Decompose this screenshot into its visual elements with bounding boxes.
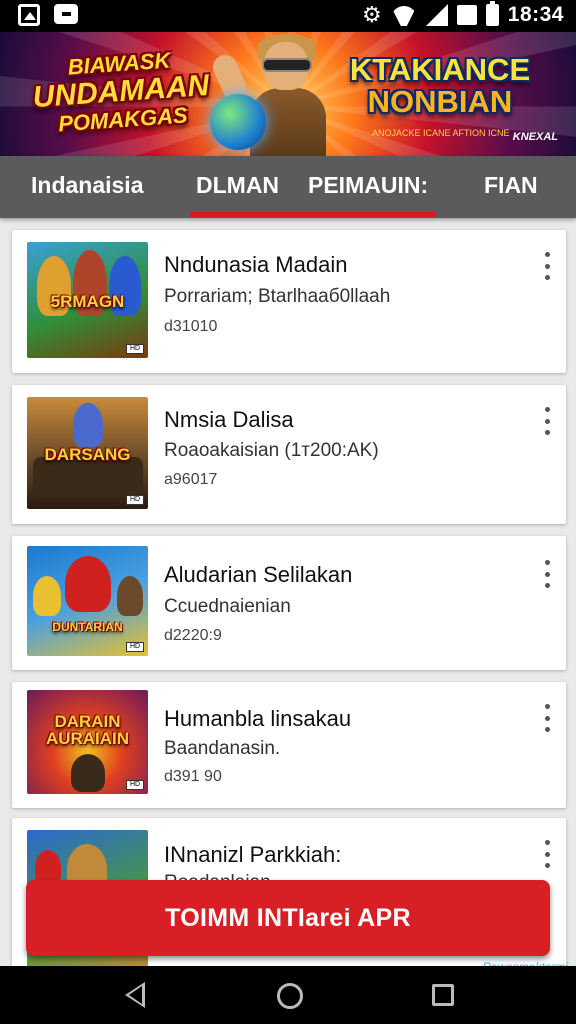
list-item[interactable]: DARAIN AURAIAIN HD Humanbla linsakau Baa… bbox=[12, 682, 566, 808]
list-item[interactable]: DARSANG HD Nmsia Dalisa Roaoakaisian (1т… bbox=[12, 385, 566, 524]
signal-icon bbox=[425, 4, 448, 26]
category-tabs: Indanaisia DLMAN PEIMAUIN: FIAN bbox=[0, 156, 576, 218]
app-subtitle: Roaoakaisian (1т200:AK) bbox=[164, 440, 379, 461]
tab-fian[interactable]: FIAN bbox=[484, 156, 538, 218]
tab-indanaisia[interactable]: Indanaisia bbox=[31, 156, 143, 218]
install-app-button[interactable]: TOIMM INTIarei APR bbox=[26, 880, 550, 956]
promo-banner[interactable]: BIAWASK UNDAMAAN POMAKGAS KTAKIANCE NONB… bbox=[0, 32, 576, 156]
banner-left-logo: BIAWASK UNDAMAAN POMAKGAS bbox=[31, 47, 211, 137]
home-icon[interactable] bbox=[277, 983, 303, 1009]
settings-icon: ⚙ bbox=[362, 2, 382, 27]
app-thumbnail: DARAIN AURAIAIN HD bbox=[27, 690, 148, 794]
status-bar: ⚙ 18:34 bbox=[0, 0, 576, 32]
more-options-icon[interactable] bbox=[542, 252, 552, 280]
app-thumbnail: 5RMAGN HD bbox=[27, 242, 148, 358]
banner-hero-character bbox=[208, 32, 340, 156]
battery-icon bbox=[485, 1, 499, 26]
app-title: Nmsia Dalisa bbox=[164, 407, 294, 432]
message-icon bbox=[54, 4, 78, 24]
more-options-icon[interactable] bbox=[542, 704, 552, 732]
sim-icon bbox=[456, 5, 477, 25]
app-meta: d31010 bbox=[164, 318, 218, 335]
wifi-icon bbox=[391, 4, 417, 26]
app-meta: a96017 bbox=[164, 471, 218, 488]
app-subtitle: Baandanasin. bbox=[164, 738, 281, 759]
image-icon bbox=[18, 4, 40, 26]
app-title: Aludarian Selilakan bbox=[164, 562, 353, 587]
app-meta: d2220:9 bbox=[164, 627, 222, 644]
active-tab-indicator bbox=[190, 212, 436, 217]
app-subtitle: Porrariam; Btarlhaaб0llaah bbox=[164, 286, 391, 307]
app-thumbnail: DUNTARIAN HD bbox=[27, 546, 148, 656]
app-title: Nndunasia Madain bbox=[164, 252, 348, 277]
tab-dlman[interactable]: DLMAN bbox=[196, 156, 279, 218]
system-nav-bar bbox=[0, 966, 576, 1024]
more-options-icon[interactable] bbox=[542, 560, 552, 588]
more-options-icon[interactable] bbox=[542, 407, 552, 435]
status-time: 18:34 bbox=[507, 3, 564, 26]
recent-apps-icon[interactable] bbox=[432, 984, 454, 1006]
banner-tagline: ANOJACKE ICANE AFTION ICNE bbox=[372, 128, 510, 138]
banner-right-logo: KTAKIANCE NONBIAN bbox=[349, 52, 531, 119]
tab-peimauin[interactable]: PEIMAUIN: bbox=[308, 156, 428, 218]
list-item[interactable]: DUNTARIAN HD Aludarian Selilakan Ccuedna… bbox=[12, 536, 566, 670]
back-icon[interactable] bbox=[125, 982, 145, 1008]
list-item[interactable]: 5RMAGN HD Nndunasia Madain Porrariam; Bt… bbox=[12, 230, 566, 373]
app-thumbnail: DARSANG HD bbox=[27, 397, 148, 509]
banner-corner-text: KNEXAL bbox=[512, 131, 558, 143]
more-options-icon[interactable] bbox=[542, 840, 552, 868]
app-meta: d391 90 bbox=[164, 768, 222, 785]
app-subtitle: Ccuednaienian bbox=[164, 596, 291, 617]
app-title: Humanbla linsakau bbox=[164, 706, 352, 731]
app-title: INnanizl Parkkiah: bbox=[164, 842, 342, 867]
